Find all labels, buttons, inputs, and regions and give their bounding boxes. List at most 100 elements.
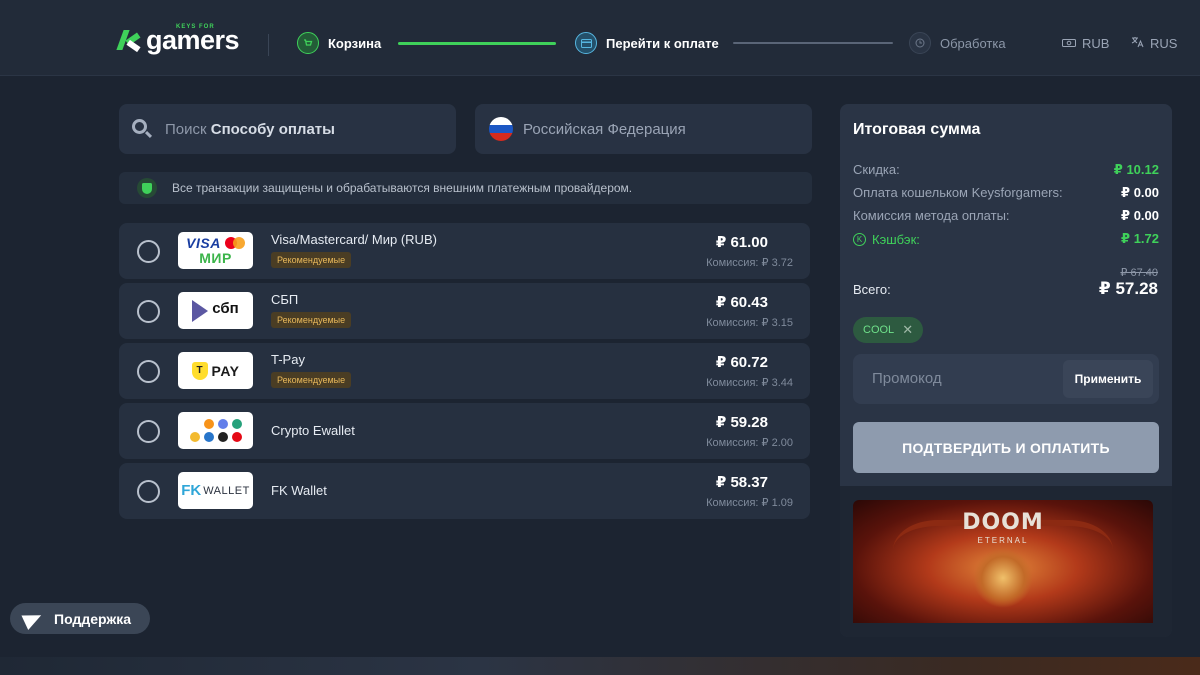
- tpay-logo-text: PAY: [211, 362, 240, 379]
- country-label: Российская Федерация: [523, 120, 686, 138]
- support-button[interactable]: Поддержка: [10, 603, 150, 634]
- clock-icon: [909, 32, 931, 54]
- game-cover-subtitle: ETERNAL: [977, 536, 1029, 545]
- logo-k-icon: [116, 28, 142, 54]
- country-selector[interactable]: Российская Федерация: [475, 104, 812, 154]
- language-label: RUS: [1150, 36, 1178, 51]
- summary-title: Итоговая сумма: [853, 121, 981, 138]
- security-notice-text: Все транзакции защищены и обрабатываются…: [172, 181, 633, 195]
- fk-wallet-logo: FK WALLET: [178, 472, 253, 509]
- payment-fee: Комиссия: ₽ 3.72: [706, 257, 793, 269]
- telegram-icon: [21, 607, 45, 630]
- language-selector[interactable]: RUS: [1131, 36, 1177, 51]
- remove-coupon-icon[interactable]: ✕: [902, 322, 913, 338]
- card-icon: [575, 32, 597, 54]
- game-cover-title: DOOM: [962, 510, 1044, 535]
- fk-icon: FK: [181, 482, 202, 499]
- payment-radio[interactable]: [137, 360, 160, 383]
- method-fee-value: ₽ 0.00: [1121, 208, 1159, 223]
- crypto-coins-logo: [178, 412, 253, 449]
- payment-fee: Комиссия: ₽ 2.00: [706, 437, 793, 449]
- payment-method-sbp[interactable]: сбп СБП Рекомендуемые ₽ 60.43 Комиссия: …: [119, 283, 810, 339]
- payment-radio[interactable]: [137, 300, 160, 323]
- discount-label: Скидка:: [853, 162, 900, 177]
- cashback-label: Кэшбэк:: [872, 231, 920, 247]
- security-notice: Все транзакции защищены и обрабатываются…: [119, 172, 812, 204]
- payment-name: FK Wallet: [271, 483, 327, 498]
- sbp-logo-text: сбп: [212, 299, 239, 317]
- game-cover-image[interactable]: DOOM ETERNAL: [853, 500, 1153, 623]
- total-value: ₽ 57.28: [1098, 279, 1158, 298]
- recommended-badge: Рекомендуемые: [271, 372, 352, 388]
- discount-row: Скидка: ₽ 10.12: [853, 162, 1159, 178]
- currency-label: RUB: [1082, 36, 1110, 51]
- header-divider: [268, 34, 269, 56]
- payment-method-tpay[interactable]: T PAY T-Pay Рекомендуемые ₽ 60.72 Комисс…: [119, 343, 810, 399]
- logo-small-text: KEYS FOR: [176, 24, 215, 30]
- step-payment[interactable]: Перейти к оплате: [575, 32, 719, 54]
- payment-search-input[interactable]: Поиск Способу оплаты: [119, 104, 456, 154]
- fk-logo-text: WALLET: [203, 484, 250, 497]
- step-cart[interactable]: Корзина: [297, 32, 381, 54]
- payment-radio[interactable]: [137, 240, 160, 263]
- payment-fee: Комиссия: ₽ 1.09: [706, 497, 793, 509]
- russia-flag-icon: [489, 117, 513, 141]
- wallet-value: ₽ 0.00: [1121, 185, 1159, 200]
- cashback-value: ₽ 1.72: [1121, 231, 1159, 246]
- step-label: Корзина: [328, 35, 382, 51]
- tpay-shield-icon: T: [191, 361, 208, 380]
- payment-price: ₽ 60.72: [715, 354, 768, 371]
- search-icon: [131, 118, 153, 140]
- step-label: Обработка: [940, 35, 1006, 51]
- shield-icon: [137, 178, 157, 198]
- cashback-icon: K: [853, 232, 866, 246]
- payment-name: Crypto Ewallet: [271, 423, 355, 438]
- step-label: Перейти к оплате: [606, 35, 719, 51]
- recommended-badge: Рекомендуемые: [271, 252, 352, 268]
- payment-radio[interactable]: [137, 420, 160, 443]
- currency-selector[interactable]: RUB: [1062, 36, 1109, 51]
- total-label: Всего:: [853, 282, 891, 297]
- applied-coupon-chip[interactable]: COOL ✕: [853, 317, 924, 343]
- payment-name: Visa/Mastercard/ Мир (RUB): [271, 232, 437, 247]
- method-fee-row: Комиссия метода оплаты: ₽ 0.00: [853, 208, 1159, 224]
- bottom-strip: [0, 657, 1200, 675]
- cart-icon: [297, 32, 319, 54]
- payment-name: T-Pay: [271, 352, 305, 367]
- search-placeholder: Поиск Способу оплаты: [165, 120, 335, 138]
- payment-price: ₽ 60.43: [715, 294, 768, 311]
- payment-radio[interactable]: [137, 480, 160, 503]
- method-fee-label: Комиссия метода оплаты:: [853, 208, 1010, 223]
- tpay-logo: T PAY: [178, 352, 253, 389]
- payment-method-visa-mc-mir[interactable]: VISA МИР Visa/Mastercard/ Мир (RUB) Реко…: [119, 223, 810, 279]
- apply-promo-button[interactable]: Применить: [1063, 360, 1153, 398]
- payment-method-crypto[interactable]: Crypto Ewallet ₽ 59.28 Комиссия: ₽ 2.00: [119, 403, 810, 459]
- translate-icon: [1131, 36, 1144, 51]
- mir-label: МИР: [199, 250, 232, 266]
- money-icon: [1062, 37, 1076, 51]
- progress-line-pending: [733, 42, 893, 44]
- mastercard-icon: [224, 237, 245, 249]
- old-total-price: ₽ 67.40: [1120, 267, 1158, 279]
- payment-method-fk-wallet[interactable]: FK WALLET FK Wallet ₽ 58.37 Комиссия: ₽ …: [119, 463, 810, 519]
- site-logo[interactable]: KEYS FOR gamers: [116, 24, 240, 54]
- promo-code-field[interactable]: Промокод Применить: [853, 354, 1159, 404]
- payment-fee: Комиссия: ₽ 3.44: [706, 377, 793, 389]
- progress-line-done: [398, 42, 556, 45]
- payment-price: ₽ 59.28: [715, 414, 768, 431]
- promo-placeholder: Промокод: [872, 370, 942, 387]
- payment-name: СБП: [271, 292, 299, 307]
- coupon-code: COOL: [863, 324, 895, 336]
- cart-item-area: DOOM ETERNAL: [840, 486, 1172, 637]
- confirm-and-pay-button[interactable]: ПОДТВЕРДИТЬ И ОПЛАТИТЬ: [853, 422, 1159, 473]
- step-processing: Обработка: [909, 32, 1006, 54]
- payment-price: ₽ 58.37: [715, 474, 768, 491]
- payment-fee: Комиссия: ₽ 3.15: [706, 317, 793, 329]
- wallet-label: Оплата кошельком Keysforgamers:: [853, 185, 1063, 200]
- top-header: KEYS FOR gamers Корзина Перейти к оплате…: [0, 0, 1200, 76]
- discount-value: ₽ 10.12: [1113, 162, 1159, 177]
- cashback-row: K Кэшбэк: ₽ 1.72: [853, 231, 1159, 247]
- recommended-badge: Рекомендуемые: [271, 312, 352, 328]
- sbp-logo: сбп: [178, 292, 253, 329]
- sbp-icon: [192, 299, 209, 322]
